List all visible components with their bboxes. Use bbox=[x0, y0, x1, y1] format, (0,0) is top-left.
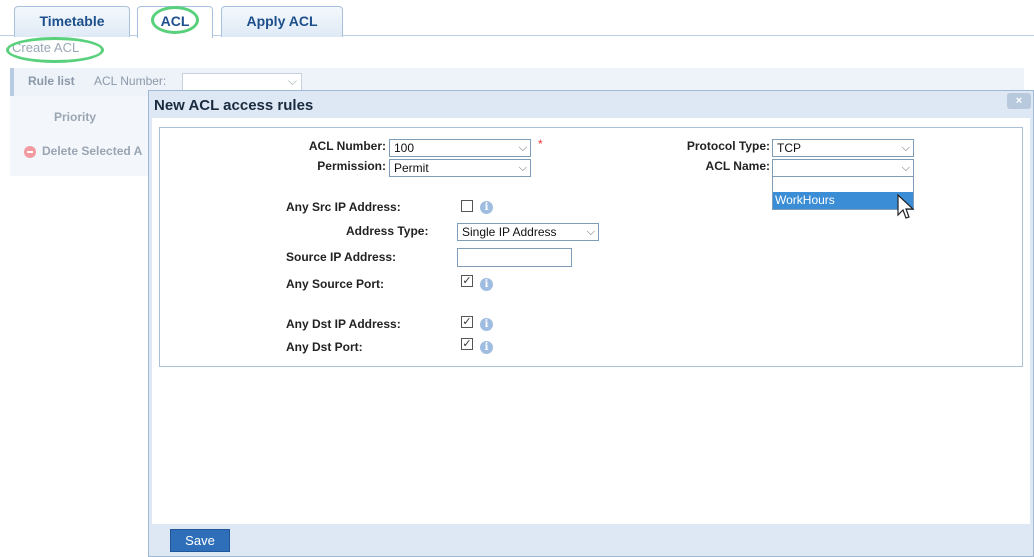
any-dst-ip-label: Any Dst IP Address: bbox=[286, 317, 401, 331]
any-dst-port-checkbox[interactable]: ✓ bbox=[461, 338, 473, 350]
acl-name-label: ACL Name: bbox=[705, 159, 770, 173]
create-acl-button[interactable]: Create ACL bbox=[12, 40, 79, 55]
acl-rule-form: ACL Number: 100 ⌵ * Protocol Type: TCP ⌵… bbox=[159, 127, 1023, 367]
required-marker: * bbox=[538, 137, 543, 151]
address-type-value: Single IP Address bbox=[462, 225, 557, 239]
dialog-title: New ACL access rules bbox=[154, 97, 314, 114]
delete-icon bbox=[24, 146, 36, 158]
close-button[interactable]: × bbox=[1007, 93, 1031, 109]
priority-column-header[interactable]: Priority bbox=[54, 110, 96, 124]
source-ip-label: Source IP Address: bbox=[286, 250, 397, 264]
acl-name-select[interactable]: ⌵ bbox=[772, 159, 914, 177]
chevron-down-icon: ⌵ bbox=[901, 142, 910, 154]
any-dst-ip-checkbox[interactable]: ✓ bbox=[461, 316, 473, 328]
acl-number-label: ACL Number: bbox=[308, 139, 386, 153]
mouse-cursor-icon bbox=[897, 194, 915, 219]
protocol-type-value: TCP bbox=[777, 141, 801, 155]
chevron-down-icon: ⌵ bbox=[518, 162, 527, 174]
permission-label: Permission: bbox=[317, 159, 386, 173]
acl-name-dropdown-list: WorkHours bbox=[772, 176, 914, 210]
rule-list-label: Rule list bbox=[28, 74, 75, 88]
info-icon[interactable]: i bbox=[480, 341, 493, 354]
chevron-down-icon: ⌵ bbox=[901, 162, 910, 174]
save-button[interactable]: Save bbox=[170, 529, 230, 552]
chevron-down-icon: ⌵ bbox=[287, 74, 297, 88]
acl-number-filter-select[interactable]: ⌵ bbox=[182, 73, 302, 91]
any-dst-port-label: Any Dst Port: bbox=[286, 340, 363, 354]
new-acl-dialog: New ACL access rules × ACL Number: 100 ⌵… bbox=[148, 90, 1034, 557]
dialog-body: ACL Number: 100 ⌵ * Protocol Type: TCP ⌵… bbox=[152, 118, 1030, 524]
acl-number-select[interactable]: 100 ⌵ bbox=[389, 139, 531, 157]
info-icon[interactable]: i bbox=[480, 201, 493, 214]
any-src-ip-label: Any Src IP Address: bbox=[286, 200, 401, 214]
acl-number-value: 100 bbox=[394, 141, 415, 155]
permission-select[interactable]: Permit ⌵ bbox=[389, 159, 531, 177]
tab-apply-acl[interactable]: Apply ACL bbox=[221, 6, 343, 37]
permission-value: Permit bbox=[394, 161, 429, 175]
chevron-down-icon: ⌵ bbox=[518, 142, 527, 154]
info-icon[interactable]: i bbox=[480, 318, 493, 331]
rule-table-background bbox=[10, 96, 170, 176]
address-type-label: Address Type: bbox=[346, 224, 429, 238]
delete-selected-button[interactable]: Delete Selected A bbox=[42, 144, 142, 158]
any-src-ip-checkbox[interactable] bbox=[461, 200, 473, 212]
tab-timetable[interactable]: Timetable bbox=[14, 6, 130, 37]
any-source-port-label: Any Source Port: bbox=[286, 277, 385, 291]
info-icon[interactable]: i bbox=[480, 278, 493, 291]
protocol-type-label: Protocol Type: bbox=[686, 139, 770, 153]
acl-number-filter-label: ACL Number: bbox=[94, 74, 167, 88]
dialog-footer: Save bbox=[152, 526, 1030, 556]
chevron-down-icon: ⌵ bbox=[586, 226, 595, 238]
app-root: Timetable ACL Apply ACL Create ACL Rule … bbox=[0, 0, 1034, 557]
acl-name-option-workhours[interactable]: WorkHours bbox=[773, 192, 913, 209]
protocol-type-select[interactable]: TCP ⌵ bbox=[772, 139, 914, 157]
tab-bar: Timetable ACL Apply ACL bbox=[0, 0, 1034, 38]
tab-acl[interactable]: ACL bbox=[137, 6, 213, 38]
any-source-port-checkbox[interactable]: ✓ bbox=[461, 275, 473, 287]
address-type-select[interactable]: Single IP Address ⌵ bbox=[457, 223, 599, 241]
source-ip-input[interactable] bbox=[457, 248, 572, 267]
